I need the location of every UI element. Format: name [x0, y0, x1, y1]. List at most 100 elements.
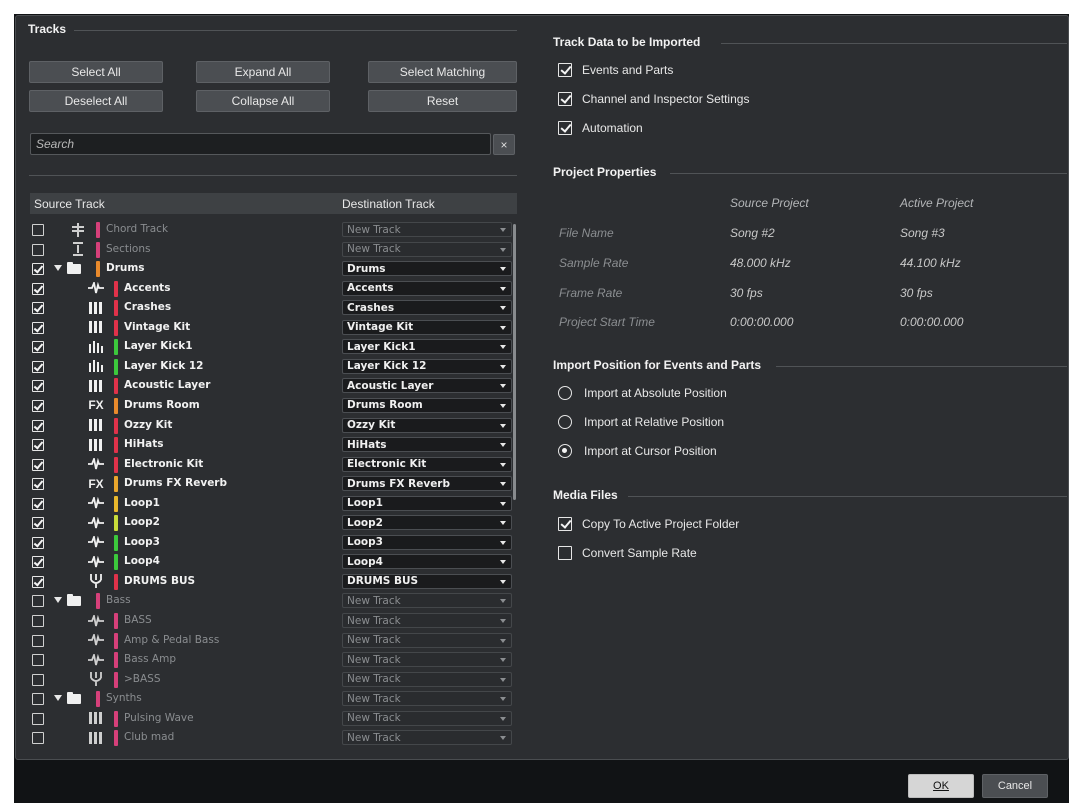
destination-track-dropdown[interactable]: New Track: [342, 671, 512, 687]
track-checkbox[interactable]: [32, 634, 44, 647]
track-row[interactable]: Synths New Track: [30, 689, 517, 709]
destination-track-dropdown[interactable]: Crashes: [342, 300, 512, 316]
track-checkbox[interactable]: [32, 360, 44, 373]
cancel-button[interactable]: Cancel: [982, 774, 1048, 798]
destination-track-dropdown[interactable]: Drums FX Reverb: [342, 476, 512, 492]
track-row[interactable]: Loop1 Loop1: [30, 494, 517, 514]
absolute-position-radio[interactable]: [558, 386, 572, 400]
destination-track-dropdown[interactable]: Ozzy Kit: [342, 417, 512, 433]
track-checkbox[interactable]: [32, 575, 44, 588]
track-row[interactable]: Crashes Crashes: [30, 298, 517, 318]
destination-track-dropdown[interactable]: HiHats: [342, 437, 512, 453]
events-and-parts-checkbox[interactable]: [558, 63, 572, 77]
option-copy-to-project-folder[interactable]: Copy To Active Project Folder: [558, 517, 739, 531]
relative-position-radio[interactable]: [558, 415, 572, 429]
track-checkbox[interactable]: [32, 419, 44, 432]
option-relative-position[interactable]: Import at Relative Position: [558, 415, 724, 429]
channel-inspector-settings-checkbox[interactable]: [558, 92, 572, 106]
destination-track-dropdown[interactable]: Loop1: [342, 495, 512, 511]
destination-track-dropdown[interactable]: Loop2: [342, 515, 512, 531]
track-checkbox[interactable]: [32, 654, 44, 667]
track-checkbox[interactable]: [32, 380, 44, 393]
track-row[interactable]: Amp & Pedal Bass New Track: [30, 631, 517, 651]
select-all-button[interactable]: Select All: [29, 61, 163, 83]
track-checkbox[interactable]: [32, 497, 44, 510]
track-row[interactable]: Layer Kick 12 Layer Kick 12: [30, 357, 517, 377]
track-checkbox[interactable]: [32, 536, 44, 549]
expand-triangle-icon[interactable]: [54, 597, 62, 604]
track-checkbox[interactable]: [32, 263, 44, 276]
track-checkbox[interactable]: [32, 302, 44, 315]
convert-sample-rate-checkbox[interactable]: [558, 546, 572, 560]
track-checkbox[interactable]: [32, 732, 44, 745]
search-input[interactable]: Search: [30, 133, 491, 155]
option-convert-sample-rate[interactable]: Convert Sample Rate: [558, 546, 697, 560]
cursor-position-radio[interactable]: [558, 444, 572, 458]
destination-track-dropdown[interactable]: New Track: [342, 241, 512, 257]
destination-track-dropdown[interactable]: Accents: [342, 280, 512, 296]
track-list-scrollbar[interactable]: [513, 224, 516, 500]
deselect-all-button[interactable]: Deselect All: [29, 90, 163, 112]
track-row[interactable]: Vintage Kit Vintage Kit: [30, 318, 517, 338]
track-row[interactable]: Acoustic Layer Acoustic Layer: [30, 376, 517, 396]
destination-track-dropdown[interactable]: Drums: [342, 261, 512, 277]
track-row[interactable]: Chord Track New Track: [30, 220, 517, 240]
copy-to-project-folder-checkbox[interactable]: [558, 517, 572, 531]
track-checkbox[interactable]: [32, 341, 44, 354]
track-checkbox[interactable]: [32, 458, 44, 471]
track-row[interactable]: HiHats HiHats: [30, 435, 517, 455]
track-row[interactable]: FX Drums FX Reverb Drums FX Reverb: [30, 474, 517, 494]
track-row[interactable]: Layer Kick1 Layer Kick1: [30, 337, 517, 357]
track-row[interactable]: Loop4 Loop4: [30, 552, 517, 572]
track-checkbox[interactable]: [32, 693, 44, 706]
track-checkbox[interactable]: [32, 615, 44, 627]
destination-track-dropdown[interactable]: Loop3: [342, 534, 512, 550]
option-absolute-position[interactable]: Import at Absolute Position: [558, 386, 727, 400]
track-checkbox[interactable]: [32, 595, 44, 608]
destination-track-dropdown[interactable]: Layer Kick1: [342, 339, 512, 355]
destination-track-dropdown[interactable]: Layer Kick 12: [342, 358, 512, 374]
track-row[interactable]: BASS New Track: [30, 611, 517, 631]
option-channel-inspector-settings[interactable]: Channel and Inspector Settings: [558, 92, 749, 106]
destination-track-dropdown[interactable]: Drums Room: [342, 397, 512, 413]
track-checkbox[interactable]: [32, 556, 44, 569]
track-row[interactable]: >BASS New Track: [30, 670, 517, 690]
track-checkbox[interactable]: [32, 517, 44, 530]
destination-track-dropdown[interactable]: DRUMS BUS: [342, 573, 512, 589]
destination-track-dropdown[interactable]: New Track: [342, 613, 512, 628]
select-matching-button[interactable]: Select Matching: [368, 61, 517, 83]
destination-track-dropdown[interactable]: New Track: [342, 691, 512, 707]
track-checkbox[interactable]: [32, 399, 44, 412]
destination-track-dropdown[interactable]: New Track: [342, 222, 512, 237]
expand-all-button[interactable]: Expand All: [196, 61, 330, 83]
track-row[interactable]: FX Drums Room Drums Room: [30, 396, 517, 416]
track-row[interactable]: Bass New Track: [30, 591, 517, 611]
destination-track-dropdown[interactable]: New Track: [342, 652, 512, 668]
track-row[interactable]: Bass Amp New Track: [30, 650, 517, 670]
collapse-all-button[interactable]: Collapse All: [196, 90, 330, 112]
clear-search-button[interactable]: ×: [493, 134, 515, 155]
automation-checkbox[interactable]: [558, 121, 572, 135]
destination-track-dropdown[interactable]: Acoustic Layer: [342, 378, 512, 394]
option-events-and-parts[interactable]: Events and Parts: [558, 63, 673, 77]
track-checkbox[interactable]: [32, 224, 44, 236]
track-row[interactable]: Loop3 Loop3: [30, 533, 517, 553]
track-checkbox[interactable]: [32, 439, 44, 452]
option-automation[interactable]: Automation: [558, 121, 643, 135]
destination-track-dropdown[interactable]: Electronic Kit: [342, 456, 512, 472]
track-checkbox[interactable]: [32, 282, 44, 295]
track-checkbox[interactable]: [32, 712, 44, 725]
track-row[interactable]: Drums Drums: [30, 259, 517, 279]
expand-triangle-icon[interactable]: [54, 265, 62, 272]
track-checkbox[interactable]: [32, 243, 44, 256]
track-row[interactable]: Electronic Kit Electronic Kit: [30, 455, 517, 475]
destination-track-dropdown[interactable]: New Track: [342, 730, 512, 746]
option-cursor-position[interactable]: Import at Cursor Position: [558, 444, 717, 458]
track-row[interactable]: Ozzy Kit Ozzy Kit: [30, 416, 517, 436]
expand-triangle-icon[interactable]: [54, 695, 62, 702]
track-checkbox[interactable]: [32, 478, 44, 491]
track-checkbox[interactable]: [32, 321, 44, 334]
track-row[interactable]: Sections New Track: [30, 240, 517, 260]
track-row[interactable]: Accents Accents: [30, 279, 517, 299]
track-row[interactable]: Loop2 Loop2: [30, 513, 517, 533]
